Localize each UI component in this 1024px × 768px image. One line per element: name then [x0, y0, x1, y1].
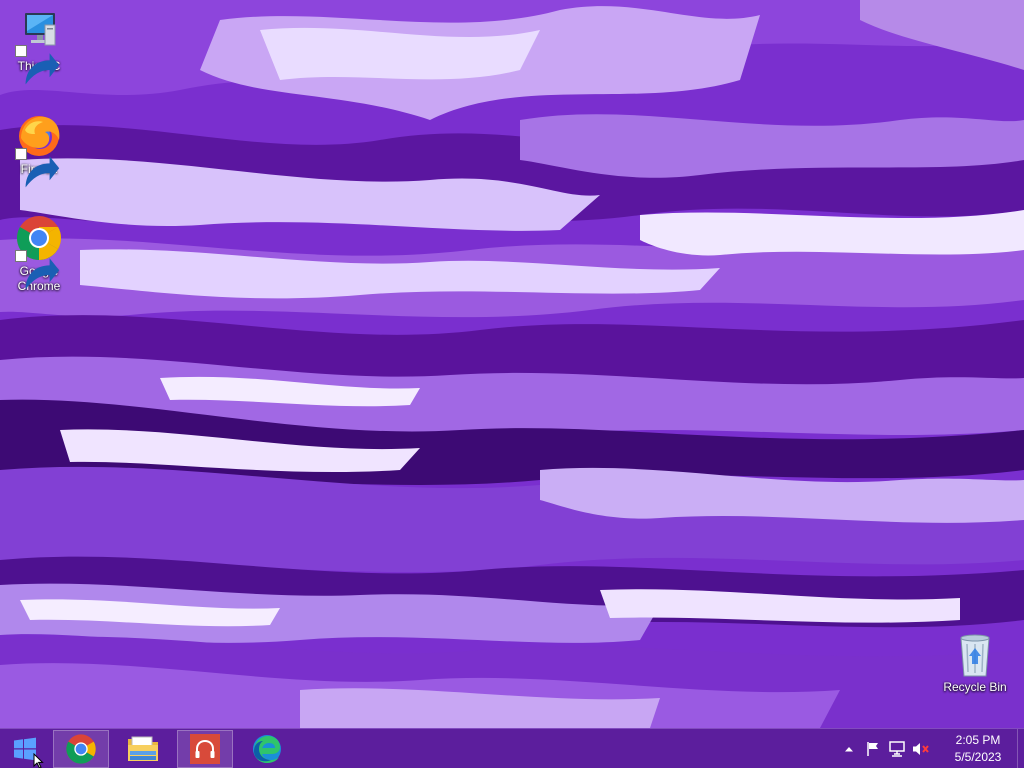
shortcut-arrow-icon	[15, 45, 60, 85]
computer-icon	[15, 9, 63, 85]
recycle-bin-icon	[951, 630, 999, 678]
headphones-icon	[190, 734, 220, 764]
desktop-icon-this-pc[interactable]: This PC	[1, 9, 77, 85]
taskbar-button-edge[interactable]	[239, 730, 295, 768]
wallpaper	[0, 0, 1024, 768]
taskbar: 2:05 PM 5/5/2023	[0, 728, 1024, 768]
taskbar-button-file-explorer[interactable]	[115, 730, 171, 768]
desktop-icon-google-chrome[interactable]: Google Chrome	[1, 214, 77, 294]
shortcut-arrow-icon	[15, 148, 60, 188]
shortcut-arrow-icon	[15, 250, 60, 290]
edge-icon	[253, 735, 281, 763]
network-icon[interactable]	[887, 739, 907, 759]
taskbar-button-chrome[interactable]	[53, 730, 109, 768]
desktop[interactable]: This PC Firefox	[0, 0, 1024, 768]
desktop-icon-firefox[interactable]: Firefox	[1, 112, 77, 188]
mouse-cursor-icon	[33, 753, 44, 768]
chrome-icon	[15, 214, 63, 290]
system-tray: 2:05 PM 5/5/2023	[837, 729, 1024, 768]
flag-icon[interactable]	[863, 739, 883, 759]
folder-icon	[128, 736, 158, 761]
chevron-up-icon[interactable]	[839, 739, 859, 759]
firefox-icon	[15, 112, 63, 188]
taskbar-button-music-player[interactable]	[177, 730, 233, 768]
chrome-icon	[66, 734, 96, 764]
desktop-icon-recycle-bin[interactable]: Recycle Bin	[937, 630, 1013, 695]
clock-date: 5/5/2023	[954, 750, 1002, 764]
volume-muted-icon[interactable]	[911, 739, 931, 759]
show-desktop-button[interactable]	[1017, 729, 1024, 768]
desktop-icon-label: Recycle Bin	[943, 680, 1007, 694]
clock-time: 2:05 PM	[955, 733, 1001, 747]
clock[interactable]: 2:05 PM 5/5/2023	[941, 732, 1015, 766]
